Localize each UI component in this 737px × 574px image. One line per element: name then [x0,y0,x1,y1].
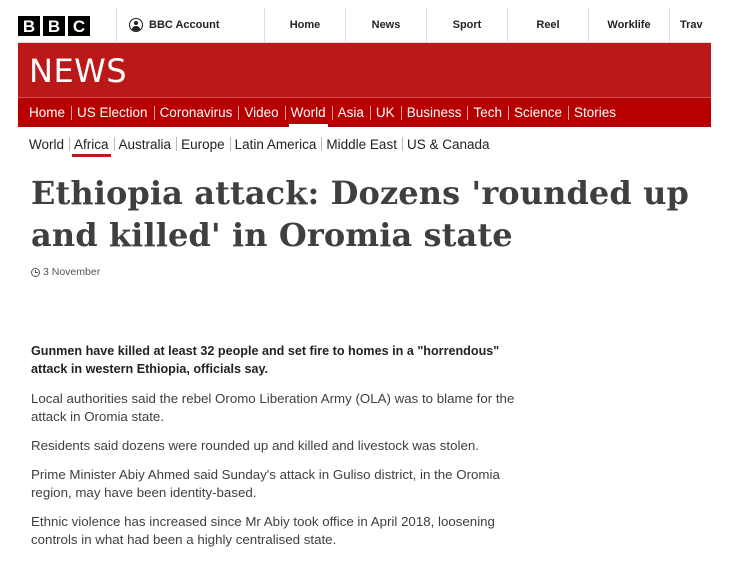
top-nav-reel[interactable]: Reel [507,8,588,42]
article-date: 3 November [43,266,101,278]
section-science[interactable]: Science [508,98,568,127]
section-business[interactable]: Business [400,98,468,127]
article-paragraph: Residents said dozens were rounded up an… [31,438,479,453]
section-coronavirus[interactable]: Coronavirus [153,98,239,127]
article-paragraph: Prime Minister Abiy Ahmed said Sunday's … [31,467,500,500]
article-intro: Gunmen have killed at least 32 people an… [31,344,500,376]
bbc-logo[interactable]: B B C [18,8,116,42]
top-nav-news[interactable]: News [345,8,426,42]
section-us-election[interactable]: US Election [71,98,154,127]
subsection-middle-east[interactable]: Middle East [321,131,402,157]
subsection-africa[interactable]: Africa [69,131,114,157]
top-nav-travel[interactable]: Trav [669,8,709,42]
bbc-logo-letter: C [68,16,90,36]
clock-icon [31,267,40,277]
subsection-us-canada[interactable]: US & Canada [401,131,495,157]
account-icon [129,18,143,32]
section-asia[interactable]: Asia [331,98,370,127]
article-body: Gunmen have killed at least 32 people an… [31,342,531,560]
subsection-europe[interactable]: Europe [176,131,230,157]
section-uk[interactable]: UK [369,98,401,127]
section-nav: Home US Election Coronavirus Video World… [18,97,711,127]
section-stories[interactable]: Stories [568,98,622,127]
article-headline: Ethiopia attack: Dozens 'rounded up and … [31,174,689,254]
article-timestamp: 3 November [31,266,100,278]
section-tech[interactable]: Tech [467,98,508,127]
article-paragraph: Ethnic violence has increased since Mr A… [31,514,495,547]
subsection-nav: World Africa Australia Europe Latin Amer… [27,131,495,157]
bbc-top-bar: B B C BBC Account Home News Sport Reel W… [18,8,711,43]
subsection-australia[interactable]: Australia [113,131,177,157]
bbc-account-link[interactable]: BBC Account [116,8,264,42]
bbc-logo-letter: B [43,16,65,36]
section-video[interactable]: Video [238,98,284,127]
news-logo[interactable]: NEWS [29,52,127,90]
top-nav-home[interactable]: Home [264,8,345,42]
subsection-world[interactable]: World [27,131,69,157]
top-nav-sport[interactable]: Sport [426,8,507,42]
section-world[interactable]: World [284,98,332,127]
top-nav-worklife[interactable]: Worklife [588,8,669,42]
article-paragraph: Local authorities said the rebel Oromo L… [31,391,515,424]
news-banner: NEWS [18,43,711,97]
section-home[interactable]: Home [23,98,71,127]
subsection-latin-america[interactable]: Latin America [229,131,322,157]
bbc-logo-letter: B [18,16,40,36]
bbc-account-label: BBC Account [149,19,220,31]
